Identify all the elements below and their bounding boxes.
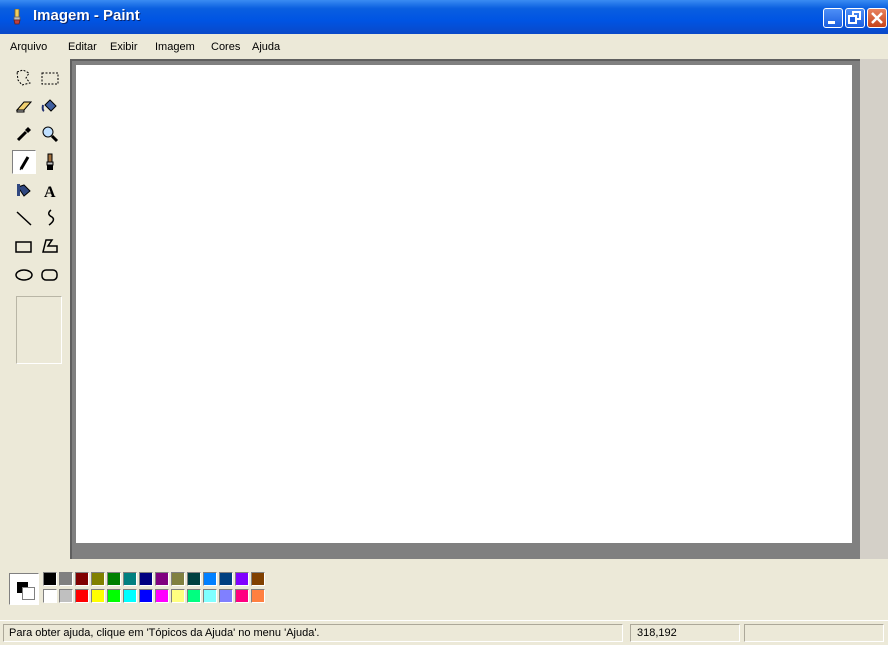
tool-rectangle[interactable]	[12, 234, 36, 258]
paint-app-icon[interactable]	[10, 8, 24, 25]
menu-arquivo[interactable]: Arquivo	[10, 41, 47, 53]
maximize-button[interactable]	[845, 8, 865, 28]
palette-swatch[interactable]	[251, 572, 265, 586]
palette-swatch[interactable]	[123, 589, 137, 603]
status-size-panel	[744, 624, 884, 642]
tool-options-panel[interactable]	[16, 296, 62, 364]
free-form-select-icon	[16, 69, 31, 86]
palette-swatch[interactable]	[107, 572, 121, 586]
palette-swatch[interactable]	[235, 589, 249, 603]
airbrush-icon	[17, 184, 31, 197]
tool-pencil[interactable]	[12, 150, 36, 174]
palette-swatch[interactable]	[59, 589, 73, 603]
palette-swatch[interactable]	[43, 589, 57, 603]
eraser-icon	[15, 101, 33, 113]
palette-swatch[interactable]	[107, 589, 121, 603]
status-bar: Para obter ajuda, clique em 'Tópicos da …	[0, 620, 888, 645]
menu-exibir[interactable]: Exibir	[110, 41, 138, 53]
palette-swatch[interactable]	[203, 572, 217, 586]
polygon-icon	[42, 239, 58, 253]
tool-curve[interactable]	[38, 206, 62, 230]
minimize-button[interactable]	[823, 8, 843, 28]
tool-rounded-rectangle[interactable]	[38, 262, 62, 286]
menu-ajuda[interactable]: Ajuda	[252, 41, 280, 53]
status-help-panel: Para obter ajuda, clique em 'Tópicos da …	[3, 624, 623, 642]
tool-select[interactable]	[38, 66, 62, 90]
fill-bucket-icon	[41, 99, 57, 112]
palette-swatch[interactable]	[187, 572, 201, 586]
palette-swatch[interactable]	[235, 572, 249, 586]
palette-swatch[interactable]	[171, 589, 185, 603]
current-colors-indicator[interactable]	[9, 573, 39, 605]
palette-swatch[interactable]	[139, 589, 153, 603]
drawing-canvas[interactable]	[76, 65, 852, 543]
tool-text[interactable]: A	[38, 178, 62, 202]
tool-brush[interactable]	[38, 150, 62, 174]
palette-swatch[interactable]	[75, 589, 89, 603]
tool-free-form-select[interactable]	[12, 66, 36, 90]
close-button[interactable]	[867, 8, 887, 28]
eyedropper-icon	[16, 127, 31, 142]
status-help-text: Para obter ajuda, clique em 'Tópicos da …	[9, 627, 320, 639]
text-icon: A	[44, 184, 56, 201]
tool-box: A	[6, 62, 68, 562]
title-bar[interactable]: Imagem - Paint	[0, 0, 888, 34]
menu-imagem[interactable]: Imagem	[155, 41, 195, 53]
palette-swatch[interactable]	[91, 589, 105, 603]
palette-swatch[interactable]	[219, 589, 233, 603]
palette-swatch[interactable]	[75, 572, 89, 586]
workspace-right-edge	[860, 59, 888, 559]
magnifier-icon	[42, 126, 59, 143]
ellipse-icon	[15, 269, 33, 281]
close-icon	[871, 12, 883, 24]
status-coordinates-panel: 318,192	[630, 624, 740, 642]
palette-swatch[interactable]	[219, 572, 233, 586]
palette-swatch[interactable]	[203, 589, 217, 603]
tool-airbrush[interactable]	[12, 178, 36, 202]
tool-eraser[interactable]	[12, 94, 36, 118]
palette-swatch[interactable]	[43, 572, 57, 586]
color-palette	[0, 563, 888, 618]
rect-select-icon	[41, 72, 59, 85]
palette-swatch[interactable]	[155, 572, 169, 586]
palette-swatch[interactable]	[155, 589, 169, 603]
palette-swatch[interactable]	[123, 572, 137, 586]
window-title: Imagem - Paint	[33, 7, 140, 24]
curve-icon	[48, 209, 55, 226]
tool-polygon[interactable]	[38, 234, 62, 258]
brush-icon	[46, 153, 54, 170]
tool-ellipse[interactable]	[12, 262, 36, 286]
maximize-icon	[848, 11, 861, 24]
svg-text:A: A	[44, 184, 56, 201]
paint-window: Imagem - Paint Arquivo Editar Exibir Ima…	[0, 0, 888, 644]
tool-magnifier[interactable]	[38, 122, 62, 146]
pencil-icon	[19, 156, 30, 171]
palette-swatch[interactable]	[187, 589, 201, 603]
tool-fill[interactable]	[38, 94, 62, 118]
palette-swatch[interactable]	[139, 572, 153, 586]
tool-pick-color[interactable]	[12, 122, 36, 146]
rounded-rectangle-icon	[41, 269, 58, 281]
palette-swatch[interactable]	[171, 572, 185, 586]
status-coordinates: 318,192	[637, 627, 677, 639]
palette-swatch[interactable]	[91, 572, 105, 586]
minimize-icon	[828, 21, 835, 24]
palette-swatch[interactable]	[59, 572, 73, 586]
tool-line[interactable]	[12, 206, 36, 230]
menu-editar[interactable]: Editar	[68, 41, 97, 53]
menu-bar: Arquivo Editar Exibir Imagem Cores Ajuda	[0, 36, 888, 58]
menu-cores[interactable]: Cores	[211, 41, 240, 53]
line-icon	[16, 211, 32, 226]
rectangle-icon	[15, 241, 32, 253]
background-color	[22, 587, 35, 600]
palette-swatch[interactable]	[251, 589, 265, 603]
